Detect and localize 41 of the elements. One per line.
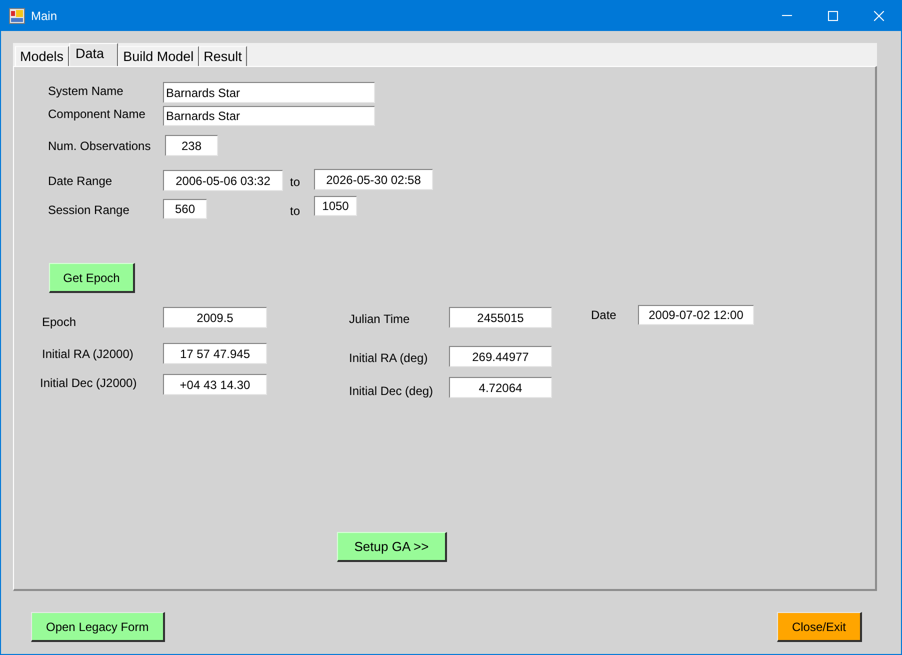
- text-field[interactable]: 238: [165, 135, 218, 156]
- close-exit-button[interactable]: Close/Exit: [776, 612, 862, 642]
- field-label: Epoch: [42, 315, 78, 329]
- range-separator: to: [290, 175, 302, 189]
- field-label: Num. Observations: [48, 138, 152, 152]
- window-title: Main: [31, 8, 58, 22]
- app-icon: [9, 8, 25, 24]
- text-field[interactable]: 2009.5: [163, 307, 267, 328]
- tab[interactable]: Models: [15, 46, 69, 66]
- field-label: Initial Dec (J2000): [40, 376, 138, 390]
- field-label: Component Name: [48, 107, 146, 121]
- text-field[interactable]: Barnards Star: [163, 106, 375, 126]
- tab[interactable]: Build Model: [118, 46, 199, 66]
- text-field[interactable]: 4.72064: [449, 377, 552, 398]
- text-field[interactable]: 1050: [314, 196, 357, 216]
- get-epoch-button[interactable]: Get Epoch: [49, 263, 135, 293]
- tab[interactable]: Result: [198, 46, 247, 66]
- setup-ga-button[interactable]: Setup GA >>: [337, 532, 447, 562]
- text-field[interactable]: 560: [163, 199, 207, 219]
- close-icon: [874, 10, 884, 20]
- field-label: System Name: [48, 84, 124, 98]
- text-field[interactable]: 269.44977: [449, 346, 552, 367]
- open-legacy-form-button[interactable]: Open Legacy Form: [31, 612, 165, 642]
- minimize-icon: [782, 15, 792, 16]
- text-field[interactable]: 2006-05-06 03:32: [163, 170, 283, 191]
- field-label: Initial Dec (deg): [349, 384, 434, 398]
- text-field[interactable]: 2026-05-30 02:58: [314, 169, 433, 190]
- text-field[interactable]: Barnards Star: [163, 82, 375, 103]
- field-label: Initial RA (J2000): [42, 347, 134, 361]
- field-label: Date Range: [48, 174, 114, 188]
- text-field[interactable]: 17 57 47.945: [163, 343, 267, 364]
- range-separator: to: [290, 204, 302, 218]
- tab[interactable]: Data: [68, 43, 118, 66]
- maximize-icon: [828, 10, 838, 20]
- field-label: Session Range: [48, 203, 130, 217]
- field-label: Date: [591, 308, 618, 322]
- field-label: Initial RA (deg): [349, 351, 429, 365]
- text-field[interactable]: 2009-07-02 12:00: [638, 305, 754, 325]
- text-field[interactable]: 2455015: [449, 307, 552, 328]
- text-field[interactable]: +04 43 14.30: [163, 374, 267, 395]
- field-label: Julian Time: [349, 312, 411, 326]
